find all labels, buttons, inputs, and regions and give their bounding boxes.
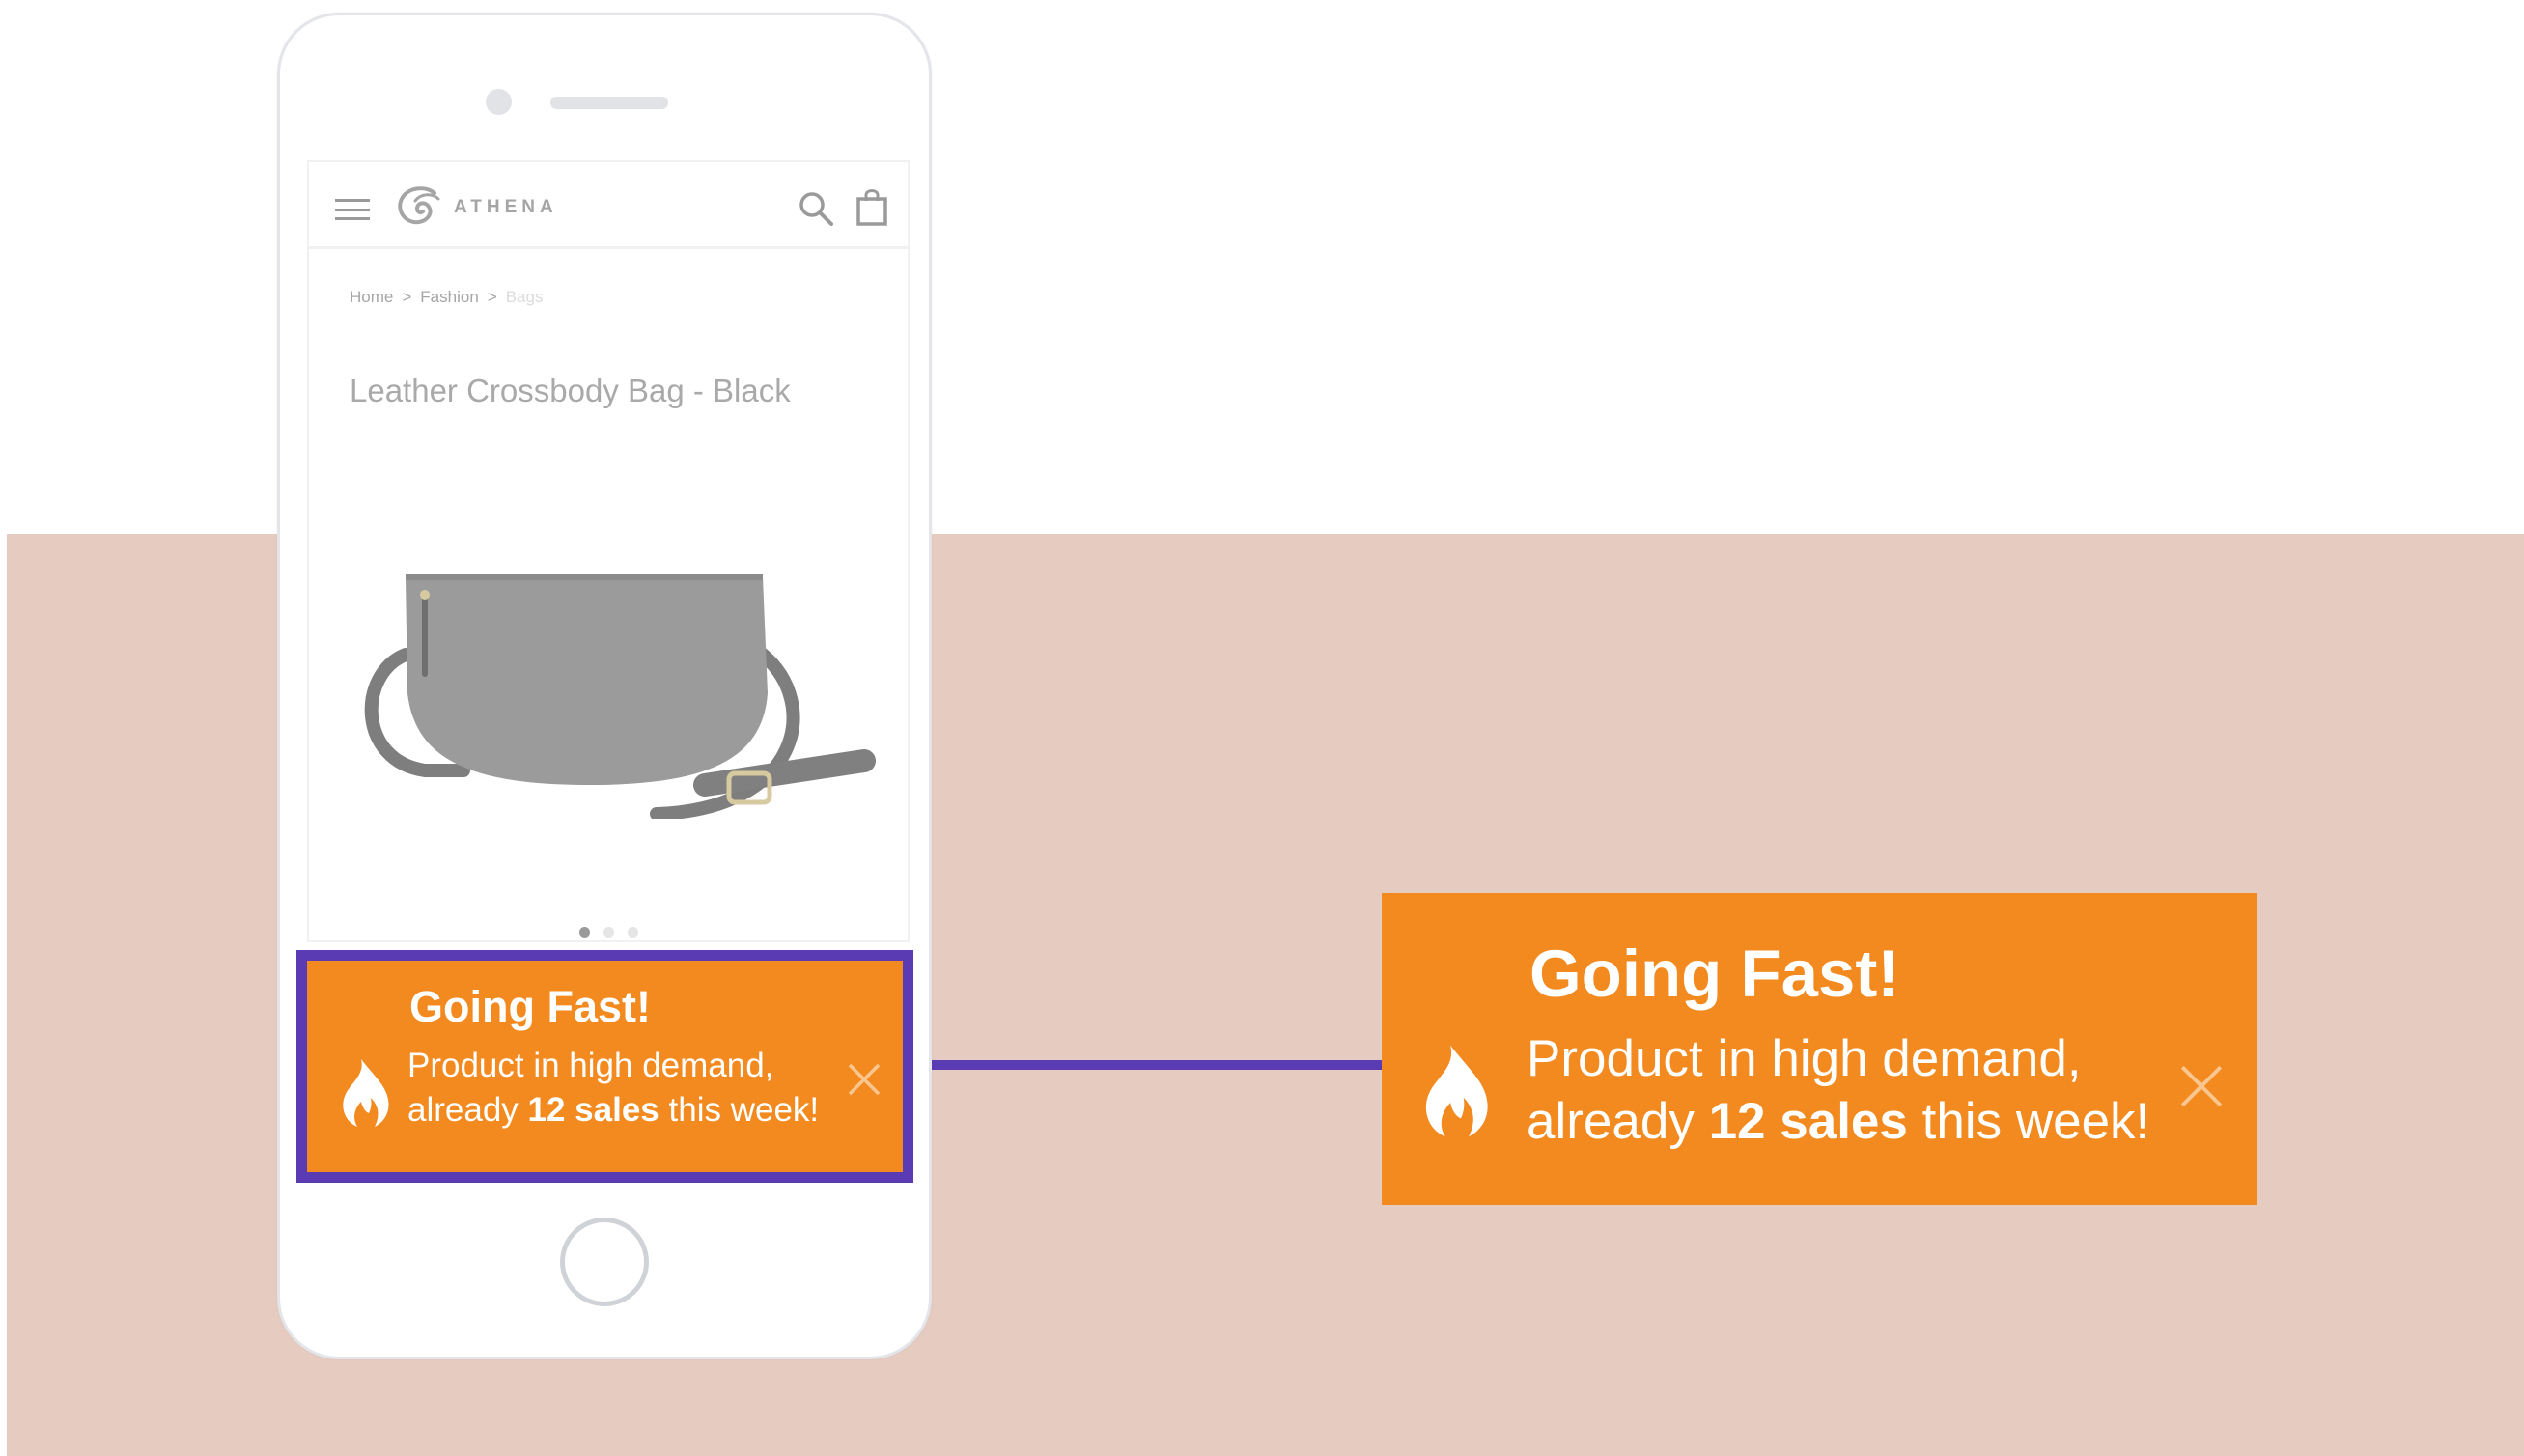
notification-message-line1: Product in high demand, (407, 1047, 774, 1084)
notification-message-line1: Product in high demand, (1527, 1030, 2082, 1087)
logo-text[interactable]: ATHENA (454, 197, 558, 218)
carousel-dot[interactable] (603, 927, 614, 938)
notification-sales-count: 12 sales (1708, 1093, 1908, 1150)
notification-highlight: Going Fast! Product in high demand, alre… (296, 950, 913, 1183)
notification-message-line2: already 12 sales this week! (407, 1091, 819, 1130)
fire-icon (1425, 1045, 1488, 1137)
breadcrumb-separator: > (487, 288, 497, 306)
fire-icon (343, 1059, 389, 1127)
phone-camera (486, 89, 512, 115)
notification-prefix: already (407, 1091, 519, 1129)
notification-sales-count: 12 sales (527, 1091, 659, 1129)
phone-screen: ATHENA Home > Fashion > Bags Leather Crossbo… (307, 160, 910, 942)
breadcrumb-fashion[interactable]: Fashion (420, 288, 478, 306)
phone-home-button (560, 1218, 649, 1306)
breadcrumb-separator: > (402, 288, 412, 306)
carousel-dot[interactable] (627, 927, 638, 938)
shopping-bag-icon[interactable] (855, 187, 889, 226)
product-title: Leather Crossbody Bag - Black (350, 373, 791, 408)
hamburger-icon[interactable] (335, 199, 370, 220)
search-icon[interactable] (797, 189, 835, 228)
breadcrumb-home[interactable]: Home (350, 288, 393, 306)
carousel-dot[interactable] (578, 927, 590, 938)
athena-logo-icon[interactable] (396, 183, 450, 230)
notification-prefix: already (1527, 1093, 1695, 1150)
product-image[interactable] (338, 490, 898, 819)
going-fast-notification-enlarged[interactable]: Going Fast! Product in high demand, alre… (1382, 893, 2257, 1205)
connector-line (932, 1060, 1382, 1070)
going-fast-notification[interactable]: Going Fast! Product in high demand, alre… (307, 961, 903, 1172)
breadcrumb: Home > Fashion > Bags (350, 288, 543, 307)
site-header: ATHENA (309, 162, 908, 249)
notification-title: Going Fast! (409, 982, 651, 1031)
phone-speaker (550, 97, 668, 109)
notification-suffix: this week! (668, 1091, 820, 1129)
carousel-dots (309, 927, 908, 938)
close-icon[interactable] (846, 1061, 883, 1098)
breadcrumb-current: Bags (505, 288, 544, 306)
notification-title: Going Fast! (1529, 937, 1900, 1011)
notification-suffix: this week! (1921, 1093, 2150, 1150)
close-icon[interactable] (2177, 1062, 2226, 1110)
notification-message-line2: already 12 sales this week! (1527, 1092, 2149, 1151)
